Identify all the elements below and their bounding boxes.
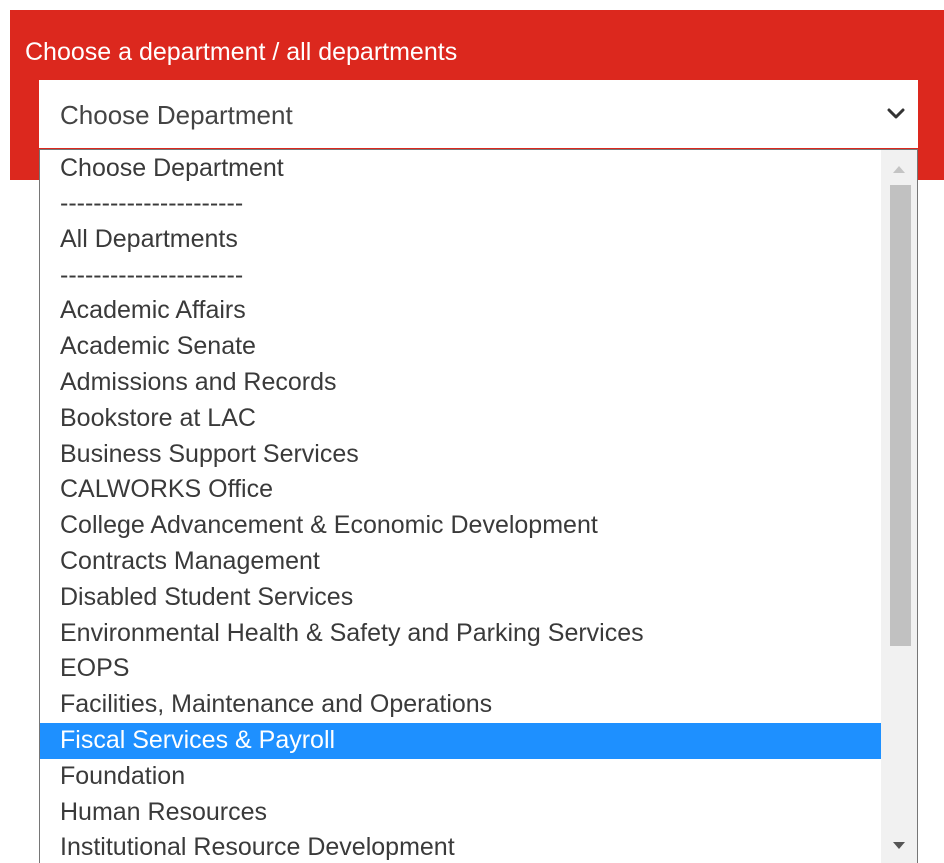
dropdown-option[interactable]: Human Resources [40,795,882,831]
dropdown-option[interactable]: EOPS [40,651,882,687]
page: Choose a department / all departments Ch… [0,0,944,863]
scroll-up-arrow-icon[interactable] [893,166,905,173]
dropdown-option[interactable]: Disabled Student Services [40,580,882,616]
dropdown-option[interactable]: Academic Senate [40,329,882,365]
dropdown-option[interactable]: Academic Affairs [40,293,882,329]
department-select-value: Choose Department [60,100,293,130]
department-filter-label: Choose a department / all departments [25,38,458,66]
department-dropdown-list: Choose Department ---------------------- A… [39,149,918,863]
option-separator: ---------------------- [60,260,244,289]
scrollbar-thumb[interactable] [890,185,911,646]
dropdown-scrollbar[interactable] [881,150,917,863]
dropdown-option[interactable]: CALWORKS Office [40,472,882,508]
dropdown-option[interactable]: Choose Department [40,150,882,186]
dropdown-option[interactable]: All Departments [40,222,882,258]
dropdown-option[interactable]: Admissions and Records [40,365,882,401]
dropdown-option[interactable]: Environmental Health & Safety and Parkin… [40,616,882,652]
dropdown-option[interactable]: Fiscal Services & Payroll [40,722,882,759]
dropdown-option[interactable]: Foundation [40,759,882,795]
chevron-down-icon [887,108,905,119]
department-select[interactable]: Choose Department [39,80,918,148]
scroll-down-arrow-icon[interactable] [893,842,905,849]
dropdown-option[interactable]: College Advancement & Economic Developme… [40,508,882,544]
option-list: Choose Department ---------------------- A… [40,150,882,863]
option-separator: ---------------------- [60,189,244,217]
dropdown-option[interactable]: Business Support Services [40,437,882,473]
dropdown-option[interactable]: Facilities, Maintenance and Operations [40,687,882,723]
dropdown-option[interactable]: Institutional Resource Development [40,830,882,863]
dropdown-option[interactable]: Bookstore at LAC [40,401,882,437]
dropdown-option[interactable]: Contracts Management [40,544,882,580]
